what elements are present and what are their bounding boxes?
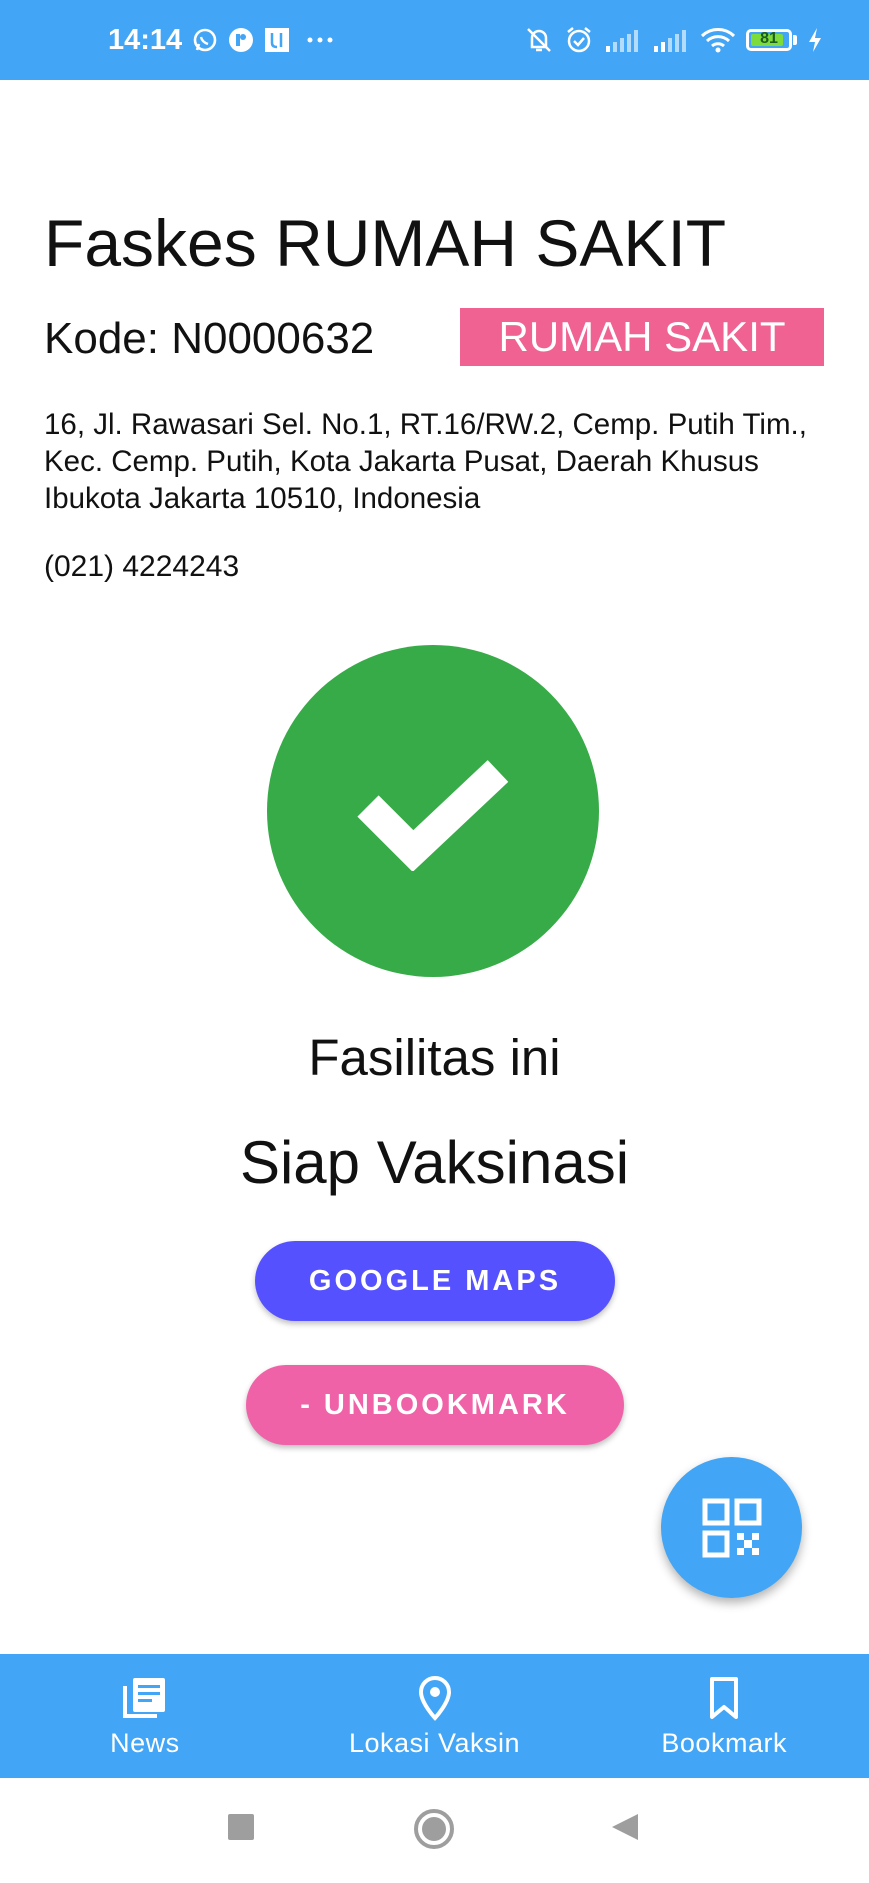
status-bar: 14:14 81: [0, 0, 869, 80]
bottom-navigation: News Lokasi Vaksin Bookmark: [0, 1654, 869, 1778]
home-circle-icon: [414, 1809, 454, 1849]
status-line-1: Fasilitas ini: [308, 1029, 561, 1086]
alarm-icon: [564, 25, 594, 55]
google-maps-button[interactable]: GOOGLE MAPS: [255, 1241, 615, 1321]
facility-type-badge: RUMAH SAKIT: [460, 308, 824, 366]
page-title: Faskes RUMAH SAKIT: [44, 206, 727, 280]
nav-item-bookmark[interactable]: Bookmark: [579, 1654, 869, 1778]
status-left: 14:14: [108, 24, 340, 57]
signal-icon: [604, 26, 642, 54]
ready-status-circle: [267, 645, 599, 977]
app-u-icon: [264, 27, 290, 53]
bookmark-icon: [710, 1677, 739, 1719]
facility-address: 16, Jl. Rawasari Sel. No.1, RT.16/RW.2, …: [44, 408, 807, 515]
signal-icon: [652, 26, 690, 54]
nav-label-news: News: [110, 1728, 180, 1758]
whatsapp-icon: [192, 27, 218, 53]
unbookmark-button[interactable]: - UNBOOKMARK: [246, 1365, 624, 1445]
more-dots-icon: [300, 27, 340, 53]
home-button[interactable]: [413, 1808, 455, 1855]
back-triangle-icon: [612, 1814, 638, 1840]
status-line-2: Siap Vaksinasi: [239, 1129, 630, 1196]
charging-icon: [807, 27, 823, 53]
square-icon: [228, 1814, 254, 1840]
nav-label-lokasi-vaksin: Lokasi Vaksin: [348, 1728, 521, 1758]
back-button[interactable]: [610, 1812, 640, 1847]
wifi-icon: [700, 26, 736, 54]
nav-label-bookmark: Bookmark: [661, 1728, 787, 1758]
status-right: 81: [524, 25, 823, 55]
facility-phone: (021) 4224243: [44, 550, 240, 583]
app-icon: [228, 27, 254, 53]
recent-apps-button[interactable]: [226, 1812, 256, 1847]
location-pin-icon: [418, 1675, 451, 1721]
status-time: 14:14: [108, 23, 183, 56]
battery-icon: 81: [746, 29, 797, 51]
check-icon: [357, 760, 509, 871]
nav-item-news[interactable]: News: [0, 1654, 290, 1778]
qr-scan-fab[interactable]: [661, 1457, 802, 1598]
qr-code-icon: [702, 1498, 761, 1557]
news-icon: [122, 1678, 165, 1718]
nav-item-lokasi-vaksin[interactable]: Lokasi Vaksin: [290, 1654, 580, 1778]
mute-bell-icon: [524, 25, 554, 55]
facility-code: Kode: N0000632: [44, 314, 375, 363]
battery-level: 81: [760, 30, 778, 47]
